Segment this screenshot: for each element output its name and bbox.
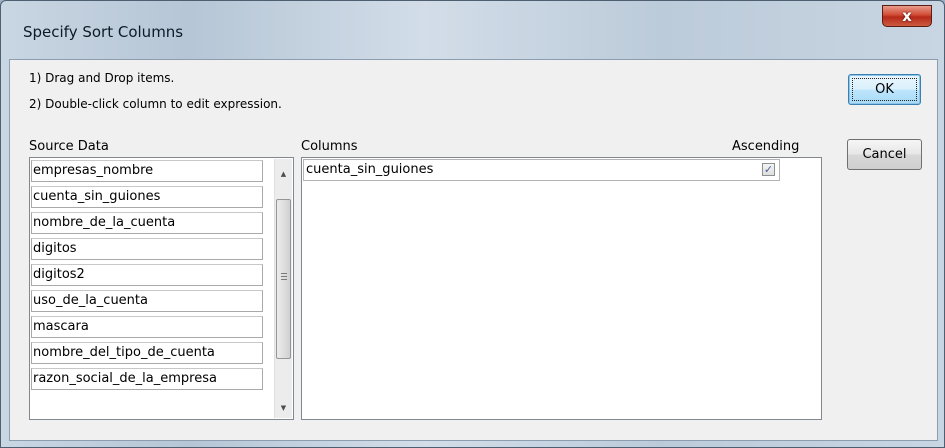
column-row[interactable]: cuenta_sin_guiones ✓ (303, 159, 780, 181)
source-data-item[interactable]: cuenta_sin_guiones (31, 186, 263, 208)
check-icon: ✓ (763, 163, 774, 176)
scroll-up-arrow-icon[interactable]: ▲ (275, 165, 292, 182)
column-name: cuenta_sin_guiones (306, 162, 434, 177)
cancel-label: Cancel (862, 147, 907, 162)
focus-rectangle (852, 78, 917, 101)
source-data-item[interactable]: razon_social_de_la_empresa (31, 368, 263, 390)
instruction-drag-drop: 1) Drag and Drop items. (29, 71, 175, 85)
scroll-thumb[interactable] (276, 199, 291, 359)
source-data-item[interactable]: digitos (31, 238, 263, 260)
columns-label: Columns (301, 139, 358, 154)
dialog-body: 1) Drag and Drop items. 2) Double-click … (9, 59, 938, 441)
source-data-item[interactable]: empresas_nombre (31, 160, 263, 182)
columns-list[interactable]: cuenta_sin_guiones ✓ (301, 157, 822, 420)
close-icon: x (902, 7, 912, 25)
ascending-checkbox[interactable]: ✓ (762, 163, 775, 176)
instruction-double-click: 2) Double-click column to edit expressio… (29, 97, 282, 111)
source-data-item[interactable]: digitos2 (31, 264, 263, 286)
window-title: Specify Sort Columns (23, 23, 184, 41)
ok-button[interactable]: OK (848, 74, 921, 105)
source-data-item[interactable]: mascara (31, 316, 263, 338)
vertical-scrollbar[interactable]: ▲ ▼ (274, 159, 292, 418)
source-data-item[interactable]: nombre_del_tipo_de_cuenta (31, 342, 263, 364)
close-button[interactable]: x (882, 5, 932, 27)
ascending-label: Ascending (732, 139, 800, 154)
source-data-label: Source Data (29, 139, 109, 154)
dialog-window: Specify Sort Columns x 1) Drag and Drop … (0, 0, 945, 448)
source-data-list[interactable]: empresas_nombre cuenta_sin_guiones nombre_… (29, 157, 294, 420)
source-data-item[interactable]: uso_de_la_cuenta (31, 290, 263, 312)
cancel-button[interactable]: Cancel (847, 139, 922, 170)
scroll-down-arrow-icon[interactable]: ▼ (275, 399, 292, 416)
title-bar[interactable]: Specify Sort Columns x (1, 1, 944, 59)
source-data-item[interactable]: nombre_de_la_cuenta (31, 212, 263, 234)
